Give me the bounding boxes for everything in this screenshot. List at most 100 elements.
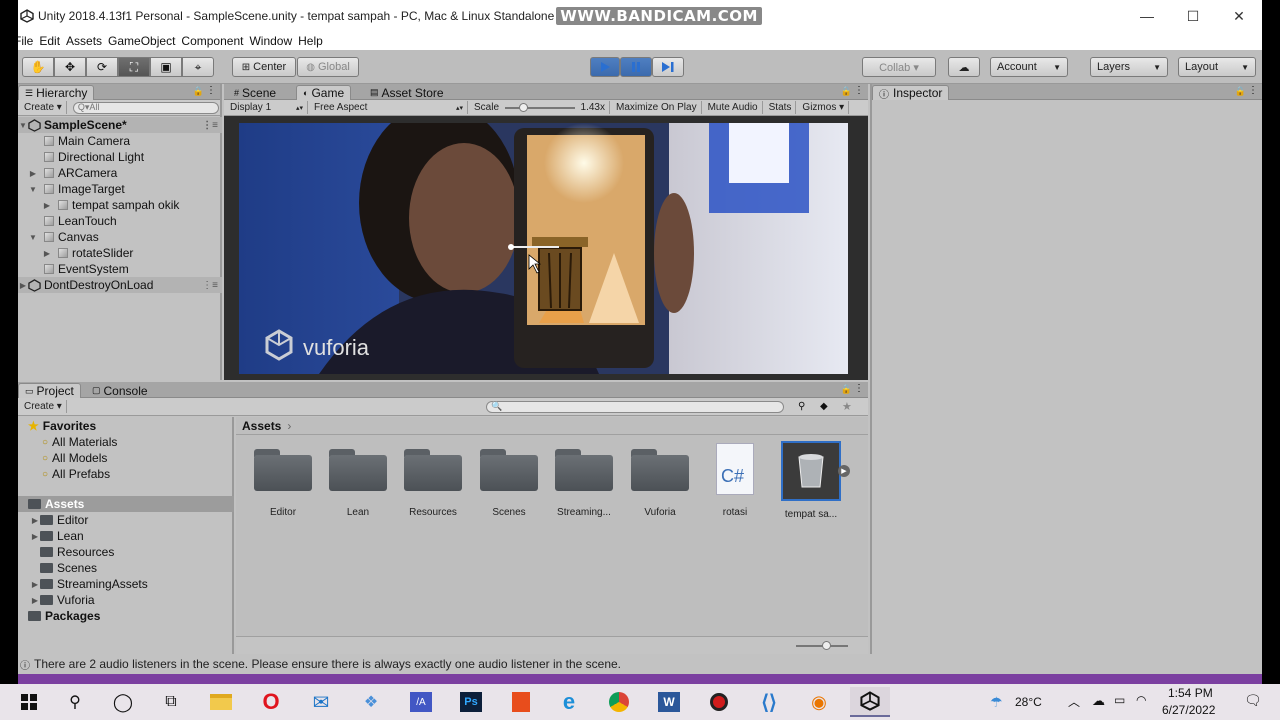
display-dropdown[interactable]: Display 1 ▴▾ bbox=[226, 101, 308, 114]
tab-console[interactable]: ▢ Console bbox=[86, 383, 154, 398]
project-create-dropdown[interactable]: Create ▾ bbox=[20, 400, 67, 413]
close-button[interactable]: ✕ bbox=[1216, 0, 1262, 32]
gizmos-dropdown[interactable]: Gizmos ▾ bbox=[798, 101, 850, 114]
layout-dropdown[interactable]: Layout ▼ bbox=[1178, 57, 1256, 77]
collab-dropdown[interactable]: Collab ▾ bbox=[862, 57, 936, 77]
menu-window[interactable]: Window bbox=[249, 34, 292, 48]
icon-size-slider[interactable] bbox=[796, 641, 848, 650]
lock-icon[interactable]: 🔒 bbox=[193, 86, 204, 97]
expand-arrow-icon[interactable]: ▶ bbox=[30, 516, 40, 525]
favorite-star-icon[interactable]: ★ bbox=[842, 400, 852, 413]
play-button[interactable] bbox=[590, 57, 620, 77]
panel-menu-icon[interactable]: ⋮ bbox=[854, 383, 864, 394]
menu-edit[interactable]: Edit bbox=[39, 34, 60, 48]
expand-arrow-icon[interactable]: ▶ bbox=[30, 532, 40, 541]
taskbar-app-blue[interactable]: /A bbox=[408, 690, 434, 714]
rotate-tool-button[interactable]: ⟳ bbox=[86, 57, 118, 77]
taskbar-app-snip[interactable]: ❖ bbox=[358, 690, 384, 714]
tree-all-models[interactable]: ○ All Models bbox=[18, 450, 234, 466]
asset-streamingassets[interactable]: Streaming... bbox=[549, 447, 619, 518]
tree-assets[interactable]: Assets bbox=[18, 496, 234, 512]
hierarchy-row-samplescene[interactable]: ▼ SampleScene* ⋮≡ bbox=[18, 117, 222, 133]
hierarchy-row-leantouch[interactable]: LeanTouch bbox=[18, 213, 222, 229]
menu-assets[interactable]: Assets bbox=[66, 34, 102, 48]
expand-arrow-icon[interactable]: ▶ bbox=[28, 169, 38, 178]
expand-arrow-icon[interactable]: ▶ bbox=[30, 596, 40, 605]
taskbar-search-button[interactable]: ⚲ bbox=[62, 690, 88, 714]
asset-lean[interactable]: Lean bbox=[323, 447, 393, 518]
taskbar-photoshop[interactable]: Ps bbox=[458, 690, 484, 714]
tree-resources[interactable]: Resources bbox=[18, 544, 234, 560]
maximize-button[interactable]: ☐ bbox=[1170, 0, 1216, 32]
layers-dropdown[interactable]: Layers ▼ bbox=[1090, 57, 1168, 77]
icon-size-thumb[interactable] bbox=[822, 641, 831, 650]
aspect-dropdown[interactable]: Free Aspect ▴▾ bbox=[310, 101, 468, 114]
tree-editor[interactable]: ▶ Editor bbox=[18, 512, 234, 528]
asset-vuforia[interactable]: Vuforia bbox=[625, 447, 695, 518]
asset-tempat-sampah-model[interactable]: ▶ tempat sa... bbox=[776, 441, 850, 520]
hierarchy-create-dropdown[interactable]: Create ▾ bbox=[20, 101, 67, 114]
task-view-button[interactable]: ⧉ bbox=[158, 690, 184, 714]
hand-tool-button[interactable]: ✋ bbox=[22, 57, 54, 77]
hierarchy-row-eventsystem[interactable]: EventSystem bbox=[18, 261, 222, 277]
tab-hierarchy[interactable]: ☰ Hierarchy bbox=[18, 85, 95, 100]
global-local-toggle[interactable]: ◍ Global bbox=[297, 57, 359, 77]
scale-tool-button[interactable]: ⛶ bbox=[118, 57, 150, 77]
panel-menu-icon[interactable]: ⋮ bbox=[206, 85, 216, 96]
hierarchy-row-dontdestroyonload[interactable]: ▶ DontDestroyOnLoad ⋮≡ bbox=[18, 277, 222, 293]
expand-prefab-icon[interactable]: ▶ bbox=[838, 465, 850, 477]
game-viewport[interactable]: vuforia bbox=[224, 116, 868, 380]
tree-vuforia[interactable]: ▶ Vuforia bbox=[18, 592, 234, 608]
expand-arrow-icon[interactable]: ▶ bbox=[18, 281, 28, 290]
asset-rotasi-script[interactable]: C# rotasi bbox=[700, 443, 770, 518]
asset-scenes[interactable]: Scenes bbox=[474, 447, 544, 518]
cloud-button[interactable]: ☁ bbox=[948, 57, 980, 77]
temperature[interactable]: 28°C bbox=[1015, 695, 1042, 709]
expand-arrow-icon[interactable]: ▼ bbox=[28, 233, 38, 242]
step-button[interactable] bbox=[652, 57, 684, 77]
row-menu-icon[interactable]: ⋮≡ bbox=[202, 120, 218, 131]
taskbar-office[interactable] bbox=[508, 690, 534, 714]
mute-audio-toggle[interactable]: Mute Audio bbox=[704, 101, 763, 114]
row-menu-icon[interactable]: ⋮≡ bbox=[202, 280, 218, 291]
expand-arrow-icon[interactable]: ▶ bbox=[30, 580, 40, 589]
taskbar-vscode[interactable]: ⟨⟩ bbox=[756, 690, 782, 714]
pause-button[interactable] bbox=[620, 57, 652, 77]
hierarchy-row-arcamera[interactable]: ▶ ARCamera bbox=[18, 165, 222, 181]
wifi-icon[interactable]: ◠ bbox=[1136, 693, 1146, 707]
battery-icon[interactable]: ▭ bbox=[1114, 693, 1125, 707]
expand-arrow-icon[interactable]: ▼ bbox=[18, 121, 28, 130]
taskbar-mail[interactable]: ✉ bbox=[308, 690, 334, 714]
tab-game[interactable]: ◐ Game bbox=[296, 85, 352, 100]
tree-lean[interactable]: ▶ Lean bbox=[18, 528, 234, 544]
clock-time[interactable]: 1:54 PM bbox=[1168, 686, 1213, 700]
hierarchy-row-imagetarget[interactable]: ▼ ImageTarget bbox=[18, 181, 222, 197]
notification-icon[interactable]: 🗨 bbox=[1244, 692, 1262, 709]
taskbar-file-explorer[interactable] bbox=[208, 690, 234, 714]
taskbar-edge[interactable]: e bbox=[556, 689, 582, 714]
hierarchy-row-tempat-sampah[interactable]: ▶ tempat sampah okik bbox=[18, 197, 222, 213]
account-dropdown[interactable]: Account ▼ bbox=[990, 57, 1068, 77]
asset-resources[interactable]: Resources bbox=[398, 447, 468, 518]
hierarchy-row-rotateslider[interactable]: ▶ rotateSlider bbox=[18, 245, 222, 261]
expand-arrow-icon[interactable]: ▶ bbox=[42, 249, 52, 258]
minimize-button[interactable]: — bbox=[1124, 0, 1170, 32]
pivot-center-toggle[interactable]: ⊞ Center bbox=[232, 57, 296, 77]
tree-favorites[interactable]: ★ Favorites bbox=[18, 418, 234, 434]
hierarchy-search-input[interactable]: Q▾All bbox=[72, 101, 219, 114]
panel-menu-icon[interactable]: ⋮ bbox=[854, 85, 864, 96]
maximize-on-play-toggle[interactable]: Maximize On Play bbox=[612, 101, 702, 114]
scale-slider[interactable]: Scale 1.43x bbox=[470, 101, 610, 114]
project-search-input[interactable]: 🔍 bbox=[486, 400, 784, 413]
tree-all-prefabs[interactable]: ○ All Prefabs bbox=[18, 466, 234, 482]
hierarchy-row-directional-light[interactable]: Directional Light bbox=[18, 149, 222, 165]
cortana-button[interactable]: ◯ bbox=[110, 690, 136, 714]
taskbar-chrome[interactable] bbox=[606, 690, 632, 714]
lock-icon[interactable]: 🔒 bbox=[841, 384, 852, 395]
tab-asset-store[interactable]: ▤ Asset Store bbox=[364, 85, 450, 100]
clock-date[interactable]: 6/27/2022 bbox=[1162, 703, 1215, 717]
lock-icon[interactable]: 🔒 bbox=[1235, 86, 1246, 97]
menu-file[interactable]: File bbox=[18, 34, 33, 48]
taskbar-unity[interactable] bbox=[850, 687, 890, 717]
transform-tool-button[interactable]: ⌖ bbox=[182, 57, 214, 77]
